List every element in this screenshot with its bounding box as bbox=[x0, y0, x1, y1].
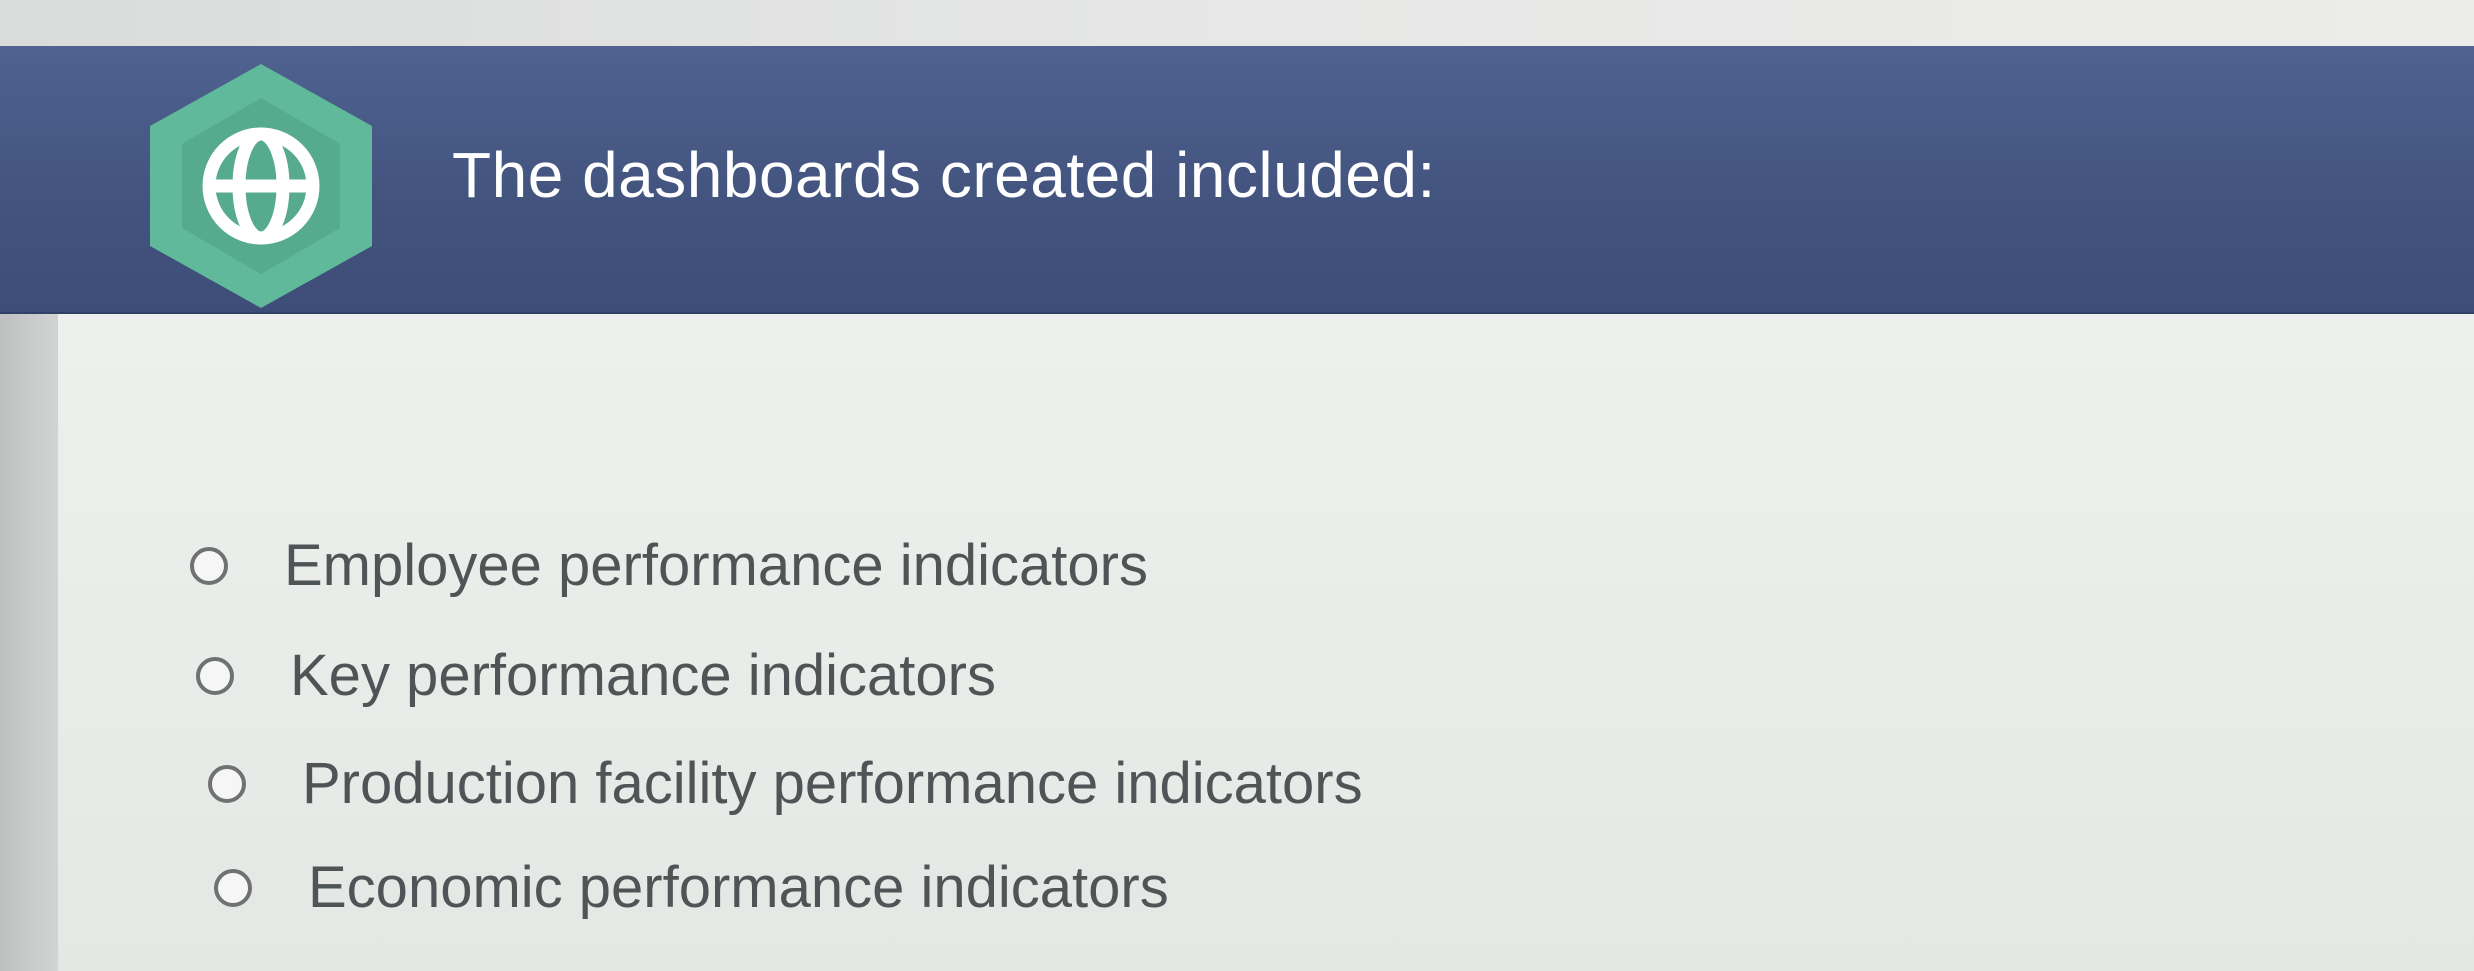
answer-option-label: Production facility performance indicato… bbox=[302, 751, 1363, 816]
answer-area: Employee performance indicators Key perf… bbox=[58, 314, 2474, 971]
radio-button[interactable] bbox=[208, 764, 246, 803]
answer-option-label: Economic performance indicators bbox=[308, 855, 1169, 920]
answer-option-economic[interactable]: Economic performance indicators bbox=[214, 854, 1169, 921]
answer-options: Employee performance indicators Key perf… bbox=[58, 314, 2474, 971]
answer-option-label: Employee performance indicators bbox=[284, 533, 1148, 598]
radio-button[interactable] bbox=[196, 656, 234, 695]
answer-option-employee[interactable]: Employee performance indicators bbox=[190, 532, 1148, 599]
radio-button[interactable] bbox=[190, 546, 228, 585]
quiz-page: The dashboards created included: Employe… bbox=[0, 0, 2474, 971]
answer-option-production[interactable]: Production facility performance indicato… bbox=[208, 750, 1363, 817]
answer-option-key[interactable]: Key performance indicators bbox=[196, 642, 996, 709]
top-strip bbox=[0, 0, 2474, 48]
question-header: The dashboards created included: bbox=[0, 46, 2474, 314]
question-title: The dashboards created included: bbox=[452, 139, 1436, 211]
answer-option-label: Key performance indicators bbox=[290, 643, 996, 708]
question-badge bbox=[150, 64, 372, 308]
left-edge bbox=[0, 314, 58, 971]
radio-button[interactable] bbox=[214, 868, 252, 907]
